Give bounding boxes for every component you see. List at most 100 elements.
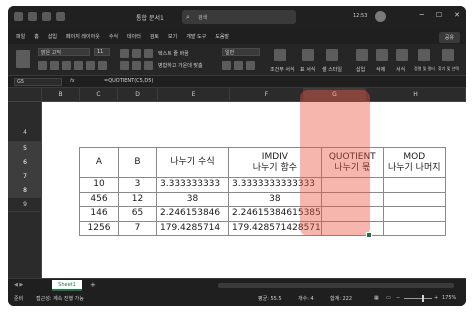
formula-input[interactable]: =QUOTIENT(C5,D5) <box>104 78 153 84</box>
cell-b[interactable]: 3 <box>118 177 157 193</box>
column-header[interactable]: B <box>42 88 80 102</box>
tab-insert[interactable]: 삽입 <box>48 30 57 44</box>
cell-quotient[interactable]: 179 <box>320 220 384 236</box>
font-color-icon[interactable] <box>98 61 107 70</box>
format-button[interactable]: 서식 <box>396 66 405 73</box>
zoom-out-icon[interactable]: − <box>396 295 400 301</box>
border-icon[interactable] <box>74 61 83 70</box>
redo-icon[interactable] <box>56 12 65 21</box>
zoom-slider-thumb[interactable] <box>422 295 424 302</box>
autosave-icon[interactable] <box>14 12 23 21</box>
cell-mod[interactable] <box>382 191 446 207</box>
cell-imdiv[interactable]: 3.3333333333333 <box>228 177 322 193</box>
fx-icon[interactable]: fx <box>70 78 75 84</box>
header-cell[interactable]: B <box>118 147 157 178</box>
currency-icon[interactable] <box>222 61 231 70</box>
sheet-tab-active[interactable]: Sheet1 <box>52 280 82 291</box>
cell-division[interactable]: 3.333333333 <box>156 177 229 193</box>
tab-home[interactable]: 홈 <box>34 30 39 44</box>
accessibility-status[interactable]: 접근성: 계속 진행 가능 <box>36 295 84 302</box>
tab-developer[interactable]: 개발 도구 <box>186 30 206 44</box>
column-header[interactable]: C <box>80 88 118 102</box>
cell-quotient[interactable]: 2 <box>320 206 384 222</box>
paste-icon[interactable] <box>16 50 30 68</box>
cell-b[interactable]: 65 <box>118 206 157 222</box>
sort-filter-button[interactable]: 정렬 및 필터 <box>414 66 435 72</box>
zoom-slider[interactable] <box>404 298 432 299</box>
cell-division[interactable]: 2.246153846 <box>156 206 229 222</box>
cell-styles-button[interactable]: 셀 스타일 <box>322 66 342 73</box>
tab-data[interactable]: 데이터 <box>127 30 141 44</box>
row-header[interactable]: 9 <box>8 198 42 212</box>
view-layout-icon[interactable]: ▭ <box>386 295 391 301</box>
sheet-nav-arrows-icon[interactable]: ◀ ▶ <box>14 282 23 288</box>
cell-imdiv[interactable]: 179.428571428571 <box>228 220 322 236</box>
column-header[interactable]: D <box>118 88 158 102</box>
zoom-in-icon[interactable]: + <box>434 295 438 301</box>
format-as-table-button[interactable]: 표 서식 <box>300 66 315 73</box>
align-right-icon[interactable] <box>144 61 153 70</box>
tab-view[interactable]: 보기 <box>168 30 177 44</box>
cell-a[interactable]: 146 <box>79 206 119 222</box>
save-icon[interactable] <box>28 12 37 21</box>
cell-division[interactable]: 179.4285714 <box>156 220 229 236</box>
view-normal-icon[interactable]: ▦ <box>374 295 379 301</box>
align-left-icon[interactable] <box>120 61 129 70</box>
underline-icon[interactable] <box>62 61 71 70</box>
conditional-format-button[interactable]: 조건부 서식 <box>270 66 295 73</box>
insert-button[interactable]: 삽입 <box>356 66 365 73</box>
tab-help[interactable]: 도움말 <box>215 30 229 44</box>
header-cell[interactable]: QUOTIENT 나누기 몫 <box>320 147 384 178</box>
find-select-button[interactable]: 찾기 및 선택 <box>438 66 459 72</box>
align-bottom-icon[interactable] <box>144 49 153 58</box>
column-header[interactable]: F <box>230 88 304 102</box>
align-top-icon[interactable] <box>120 49 129 58</box>
column-header[interactable]: H <box>366 88 466 102</box>
cell-quotient[interactable]: 3 <box>320 177 384 193</box>
name-box[interactable]: G5 <box>14 78 62 86</box>
fill-color-icon[interactable] <box>86 61 95 70</box>
cell-mod[interactable] <box>382 206 446 222</box>
cell-a[interactable]: 456 <box>79 191 119 207</box>
zoom-level[interactable]: 175% <box>442 295 456 301</box>
align-center-icon[interactable] <box>132 61 141 70</box>
share-button[interactable]: 공유 <box>438 32 460 43</box>
cell-b[interactable]: 7 <box>118 220 157 236</box>
row-header-selected[interactable]: 6 <box>8 156 42 170</box>
fill-handle[interactable] <box>366 232 372 238</box>
header-cell[interactable]: 나누기 수식 <box>156 147 229 178</box>
merge-center-button[interactable]: 병합하고 가운데 맞춤 <box>158 62 203 69</box>
header-cell[interactable]: MOD 나누기 나머지 <box>382 147 446 178</box>
close-icon[interactable]: ✕ <box>454 11 460 19</box>
search-input[interactable]: ⌕ 검색 <box>182 10 296 24</box>
italic-icon[interactable] <box>50 61 59 70</box>
cell-a[interactable]: 10 <box>79 177 119 193</box>
tab-review[interactable]: 검토 <box>150 30 159 44</box>
wrap-text-button[interactable]: 텍스트 줄 바꿈 <box>158 50 189 57</box>
tab-file[interactable]: 파일 <box>16 30 25 44</box>
cell-quotient[interactable]: 38 <box>320 191 384 207</box>
delete-button[interactable]: 삭제 <box>376 66 385 73</box>
cell-imdiv[interactable]: 38 <box>228 191 322 207</box>
row-header-selected[interactable]: 5 <box>8 142 42 156</box>
cell-a[interactable]: 1256 <box>79 220 119 236</box>
header-cell[interactable]: A <box>79 147 119 178</box>
align-middle-icon[interactable] <box>132 49 141 58</box>
comma-icon[interactable] <box>246 61 255 70</box>
undo-icon[interactable] <box>42 12 51 21</box>
tab-page-layout[interactable]: 페이지 레이아웃 <box>66 30 100 44</box>
cell-division[interactable]: 38 <box>156 191 229 207</box>
row-header-selected[interactable]: 8 <box>8 184 42 198</box>
cell-mod[interactable] <box>382 177 446 193</box>
bold-icon[interactable] <box>38 61 47 70</box>
avatar[interactable] <box>375 11 386 22</box>
select-all-corner[interactable] <box>8 88 42 102</box>
cell-imdiv[interactable]: 2.24615384615385 <box>228 206 322 222</box>
column-header-selected[interactable]: G <box>304 88 366 102</box>
cell-b[interactable]: 12 <box>118 191 157 207</box>
column-header[interactable]: E <box>158 88 230 102</box>
percent-icon[interactable] <box>234 61 243 70</box>
add-sheet-icon[interactable]: + <box>90 281 96 289</box>
row-header-selected[interactable]: 7 <box>8 170 42 184</box>
maximize-icon[interactable]: ☐ <box>436 11 442 19</box>
